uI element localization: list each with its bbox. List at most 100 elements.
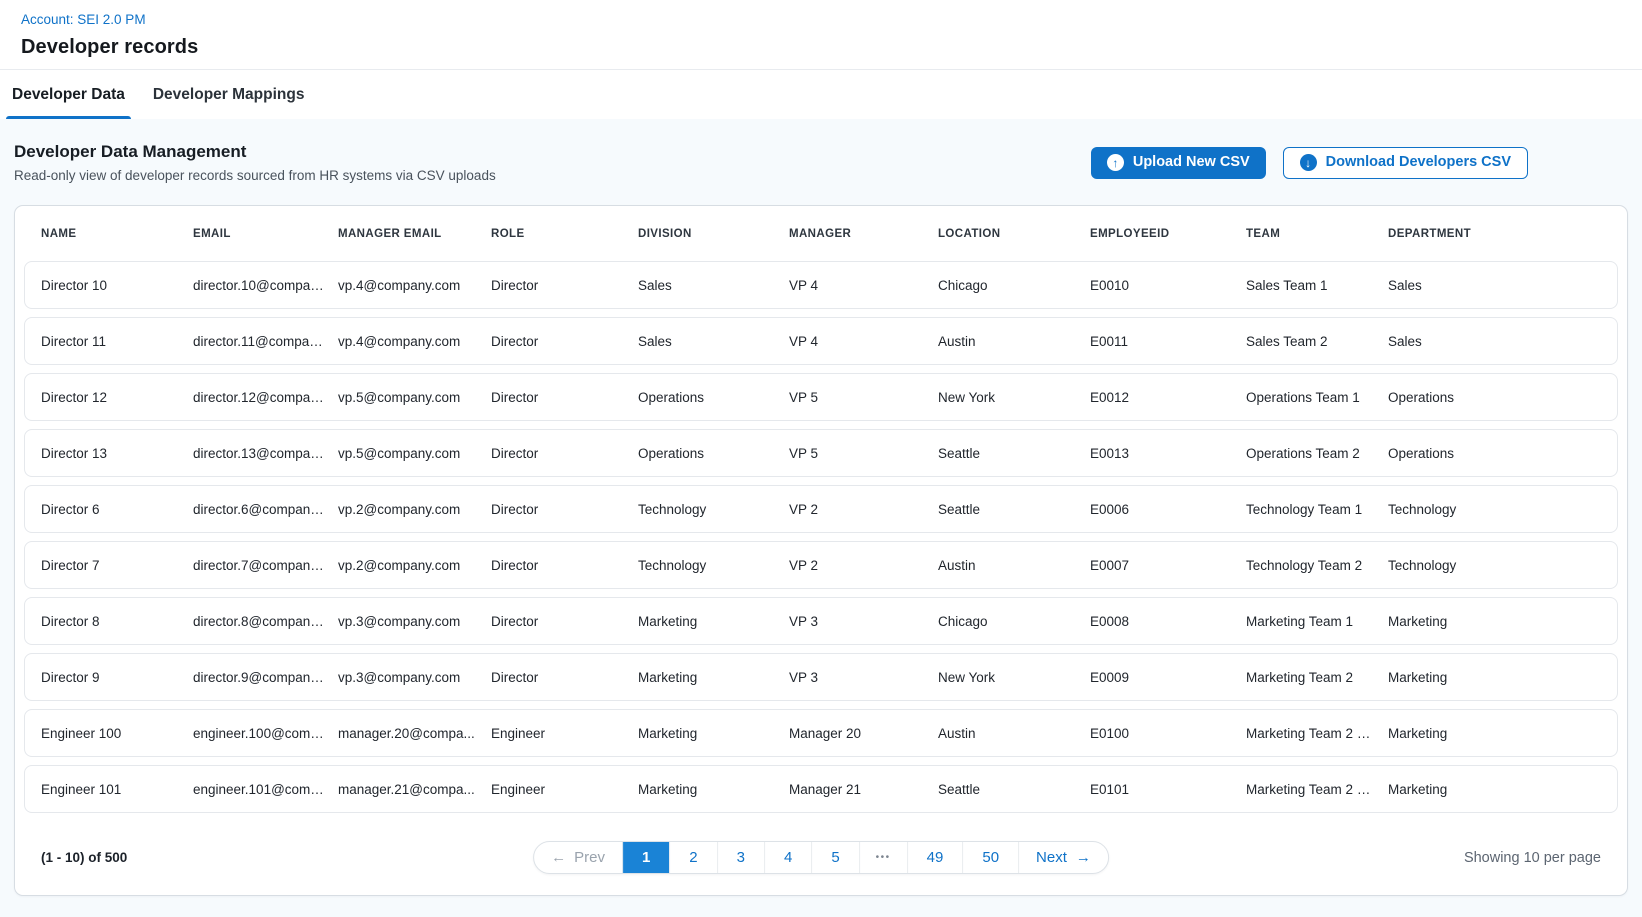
pagination: ← Prev 12345•••4950Next→: [533, 841, 1109, 874]
cell-role: Director: [491, 670, 638, 685]
cell-name: Director 12: [41, 390, 193, 405]
section-subtitle: Read-only view of developer records sour…: [14, 168, 496, 183]
cell-name: Director 6: [41, 502, 193, 517]
table-row: Engineer 100engineer.100@comp...manager.…: [24, 709, 1618, 757]
cell-department: Sales: [1388, 278, 1601, 293]
cell-role: Director: [491, 558, 638, 573]
page-button-4[interactable]: 4: [764, 842, 811, 873]
prev-page-button[interactable]: ← Prev: [534, 842, 622, 873]
cell-team: Sales Team 1: [1246, 278, 1388, 293]
table-row: Director 13director.13@compan...vp.5@com…: [24, 429, 1618, 477]
column-header-email: EMAIL: [193, 228, 338, 240]
cell-department: Technology: [1388, 558, 1601, 573]
table-rows: Director 10director.10@compan...vp.4@com…: [24, 261, 1618, 813]
tab-developer-mappings[interactable]: Developer Mappings: [151, 70, 307, 119]
column-header-manager-email: MANAGER EMAIL: [338, 228, 491, 240]
cell-division: Marketing: [638, 614, 789, 629]
upload-icon: ↑: [1107, 154, 1124, 171]
pagination-ellipsis: •••: [859, 842, 907, 873]
column-header-department: DEPARTMENT: [1388, 228, 1601, 240]
cell-email: engineer.101@comp...: [193, 782, 338, 797]
csv-actions: ↑ Upload New CSV ↓ Download Developers C…: [1091, 147, 1528, 179]
cell-department: Marketing: [1388, 614, 1601, 629]
per-page-label: Showing 10 per page: [1464, 850, 1601, 866]
page-button-50[interactable]: 50: [962, 842, 1018, 873]
result-range: (1 - 10) of 500: [41, 850, 127, 865]
page-button-5[interactable]: 5: [811, 842, 858, 873]
cell-team: Technology Team 2: [1246, 558, 1388, 573]
cell-manager: VP 2: [789, 558, 938, 573]
cell-team: Marketing Team 1: [1246, 614, 1388, 629]
cell-email: director.10@compan...: [193, 278, 338, 293]
cell-employeeid: E0011: [1090, 334, 1246, 349]
cell-email: director.6@company....: [193, 502, 338, 517]
cell-division: Marketing: [638, 782, 789, 797]
table-row: Director 6director.6@company....vp.2@com…: [24, 485, 1618, 533]
cell-email: director.7@company....: [193, 558, 338, 573]
table-row: Director 8director.8@company....vp.3@com…: [24, 597, 1618, 645]
cell-manager-email: vp.4@company.com: [338, 278, 491, 293]
cell-email: director.8@company....: [193, 614, 338, 629]
page-header: Account: SEI 2.0 PM Developer records: [0, 0, 1642, 70]
cell-department: Operations: [1388, 390, 1601, 405]
cell-email: director.9@company....: [193, 670, 338, 685]
cell-email: director.12@compan...: [193, 390, 338, 405]
cell-location: Chicago: [938, 614, 1090, 629]
next-label: Next: [1036, 849, 1067, 866]
cell-email: director.11@compan...: [193, 334, 338, 349]
page-button-1[interactable]: 1: [622, 842, 669, 873]
cell-employeeid: E0012: [1090, 390, 1246, 405]
cell-manager: VP 2: [789, 502, 938, 517]
prev-label: Prev: [574, 849, 605, 866]
cell-department: Technology: [1388, 502, 1601, 517]
account-link[interactable]: Account: SEI 2.0 PM: [21, 12, 146, 27]
cell-manager: Manager 21: [789, 782, 938, 797]
tab-label: Developer Mappings: [153, 86, 305, 104]
column-header-team: TEAM: [1246, 228, 1388, 240]
cell-manager: Manager 20: [789, 726, 938, 741]
tab-developer-data[interactable]: Developer Data: [10, 70, 127, 119]
cell-location: New York: [938, 390, 1090, 405]
cell-name: Director 7: [41, 558, 193, 573]
cell-manager-email: vp.2@company.com: [338, 558, 491, 573]
download-csv-button[interactable]: ↓ Download Developers CSV: [1283, 147, 1528, 179]
cell-department: Marketing: [1388, 670, 1601, 685]
next-page-button[interactable]: Next→: [1018, 842, 1108, 873]
page-button-49[interactable]: 49: [907, 842, 963, 873]
cell-employeeid: E0007: [1090, 558, 1246, 573]
cell-manager: VP 3: [789, 670, 938, 685]
arrow-left-icon: ←: [551, 849, 566, 866]
cell-name: Director 13: [41, 446, 193, 461]
cell-team: Operations Team 2: [1246, 446, 1388, 461]
upload-csv-button[interactable]: ↑ Upload New CSV: [1091, 147, 1266, 179]
cell-location: Austin: [938, 334, 1090, 349]
cell-email: director.13@compan...: [193, 446, 338, 461]
cell-email: engineer.100@comp...: [193, 726, 338, 741]
cell-role: Engineer: [491, 782, 638, 797]
cell-location: Seattle: [938, 502, 1090, 517]
column-header-name: NAME: [41, 228, 193, 240]
table-row: Director 10director.10@compan...vp.4@com…: [24, 261, 1618, 309]
page-button-3[interactable]: 3: [717, 842, 764, 873]
cell-department: Operations: [1388, 446, 1601, 461]
cell-location: Austin: [938, 726, 1090, 741]
column-header-employeeid: EMPLOYEEID: [1090, 228, 1246, 240]
cell-manager-email: vp.2@company.com: [338, 502, 491, 517]
cell-name: Director 8: [41, 614, 193, 629]
column-header-location: LOCATION: [938, 228, 1090, 240]
cell-division: Marketing: [638, 670, 789, 685]
cell-manager: VP 5: [789, 446, 938, 461]
cell-employeeid: E0010: [1090, 278, 1246, 293]
cell-manager-email: vp.3@company.com: [338, 670, 491, 685]
column-header-role: ROLE: [491, 228, 638, 240]
table-header-row: NAMEEMAILMANAGER EMAILROLEDIVISIONMANAGE…: [24, 206, 1618, 261]
cell-manager-email: vp.5@company.com: [338, 390, 491, 405]
download-icon: ↓: [1300, 154, 1317, 171]
page-button-2[interactable]: 2: [669, 842, 716, 873]
cell-role: Director: [491, 390, 638, 405]
cell-manager: VP 5: [789, 390, 938, 405]
column-header-division: DIVISION: [638, 228, 789, 240]
cell-manager-email: manager.21@compa...: [338, 782, 491, 797]
page-title: Developer records: [21, 36, 1642, 59]
cell-location: Seattle: [938, 782, 1090, 797]
